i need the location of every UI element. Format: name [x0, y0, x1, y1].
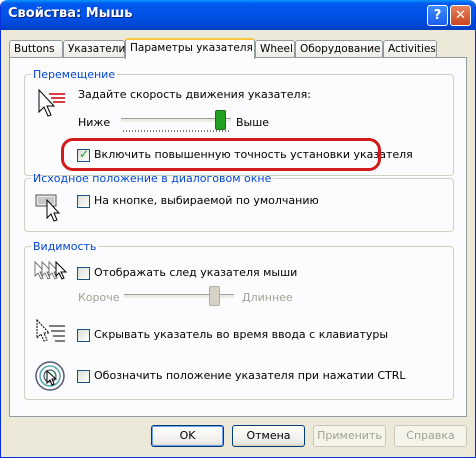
speed-fast-label: Выше	[236, 116, 270, 129]
dialog-window: Свойства: Мышь ? ✕ Buttons Указатели Пар…	[0, 0, 476, 458]
tab-buttons[interactable]: Buttons	[9, 40, 63, 57]
trails-slider-thumb[interactable]	[209, 286, 221, 306]
tab-wheel[interactable]: Wheel	[255, 40, 295, 57]
tab-pointers[interactable]: Указатели	[63, 40, 125, 57]
speed-prompt: Задайте скорость движения указателя:	[78, 88, 311, 101]
snap-to-icon	[35, 194, 61, 222]
pointer-trails-icon	[34, 260, 68, 280]
locate-pointer-icon	[35, 361, 65, 391]
snap-legend: Исходное положение в диалоговом окне	[33, 172, 272, 185]
close-title-button[interactable]: ✕	[450, 5, 471, 26]
locate-ctrl-checkbox[interactable]	[77, 370, 90, 383]
speed-slider-thumb[interactable]	[215, 110, 226, 130]
snap-checkbox[interactable]	[77, 195, 90, 208]
hide-pointer-checkbox[interactable]	[77, 329, 90, 342]
highlight-annotation	[61, 138, 381, 171]
hide-pointer-label[interactable]: Скрывать указатель во время ввода с клав…	[94, 328, 388, 341]
tab-activities[interactable]: Activities	[383, 40, 437, 57]
visibility-legend: Видимость	[33, 240, 97, 253]
speed-slow-label: Ниже	[78, 116, 111, 129]
title-bar[interactable]: Свойства: Мышь ? ✕	[1, 0, 475, 30]
speed-slider-ticks	[123, 130, 229, 132]
motion-legend: Перемещение	[33, 68, 116, 81]
trails-short-label: Короче	[78, 291, 120, 304]
pointer-speed-icon	[38, 88, 65, 117]
trails-label[interactable]: Отображать след указателя мыши	[94, 266, 297, 279]
help-title-button[interactable]: ?	[427, 5, 448, 26]
locate-ctrl-label[interactable]: Обозначить положение указателя при нажат…	[94, 369, 406, 382]
ok-button[interactable]: OK	[151, 425, 224, 447]
trails-long-label: Длиннее	[242, 291, 293, 304]
help-button[interactable]: Справка	[394, 425, 467, 447]
snap-label[interactable]: На кнопке, выбираемой по умолчанию	[94, 194, 319, 207]
cancel-button[interactable]: Отмена	[232, 425, 305, 447]
tab-pointer-options[interactable]: Параметры указателя	[125, 38, 255, 59]
trails-checkbox[interactable]	[77, 267, 90, 280]
window-title: Свойства: Мышь	[8, 6, 133, 21]
hide-pointer-icon	[36, 318, 65, 342]
apply-button[interactable]: Применить	[313, 425, 386, 447]
tab-hardware[interactable]: Оборудование	[295, 40, 383, 57]
